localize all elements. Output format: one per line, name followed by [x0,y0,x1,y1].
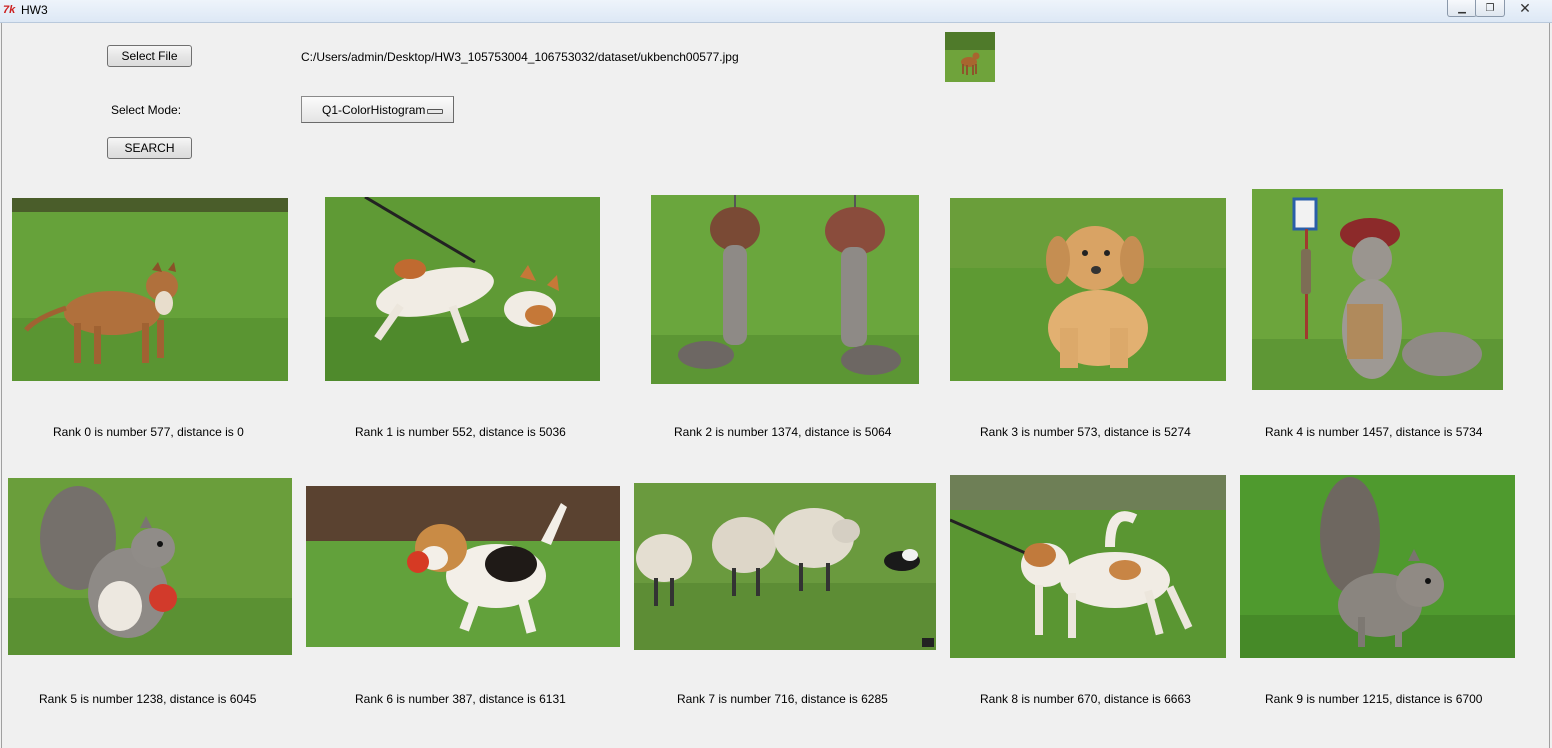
result-caption-2: Rank 2 is number 1374, distance is 5064 [674,425,892,439]
result-image-5 [8,478,292,655]
select-file-button[interactable]: Select File [107,45,192,67]
option-menu-indicator-icon [427,109,443,114]
search-button[interactable]: SEARCH [107,137,192,159]
tk-feather-icon: 7k [3,4,16,16]
result-caption-9: Rank 9 is number 1215, distance is 6700 [1265,692,1483,706]
minimize-icon: ▁ [1458,2,1466,14]
result-image-4 [1252,189,1503,390]
window-title: HW3 [21,3,48,17]
result-caption-0: Rank 0 is number 577, distance is 0 [53,425,244,439]
result-caption-4: Rank 4 is number 1457, distance is 5734 [1265,425,1483,439]
query-image-thumbnail [945,32,995,82]
result-caption-6: Rank 6 is number 387, distance is 6131 [355,692,566,706]
mode-selected-value: Q1-ColorHistogram [322,103,426,117]
minimize-button[interactable]: ▁ [1447,0,1477,17]
result-image-3 [950,198,1226,381]
restore-button[interactable]: ❐ [1475,0,1505,17]
result-image-9 [1240,475,1515,658]
file-path-label: C:/Users/admin/Desktop/HW3_105753004_106… [301,50,739,64]
select-mode-label: Select Mode: [111,103,182,117]
mode-option-menu[interactable]: Q1-ColorHistogram [301,96,454,123]
result-image-7 [634,483,936,650]
result-image-0 [12,198,288,381]
result-image-8 [950,475,1226,658]
close-icon: ✕ [1519,0,1531,16]
window-titlebar[interactable]: 7k HW3 ▁ ❐ ✕ [0,0,1552,23]
result-caption-5: Rank 5 is number 1238, distance is 6045 [39,692,257,706]
result-caption-7: Rank 7 is number 716, distance is 6285 [677,692,888,706]
result-caption-1: Rank 1 is number 552, distance is 5036 [355,425,566,439]
result-image-6 [306,486,620,647]
result-image-1 [325,197,600,381]
close-button[interactable]: ✕ [1504,0,1546,16]
result-image-2 [651,195,919,384]
restore-icon: ❐ [1485,2,1495,14]
result-caption-8: Rank 8 is number 670, distance is 6663 [980,692,1191,706]
result-caption-3: Rank 3 is number 573, distance is 5274 [980,425,1191,439]
